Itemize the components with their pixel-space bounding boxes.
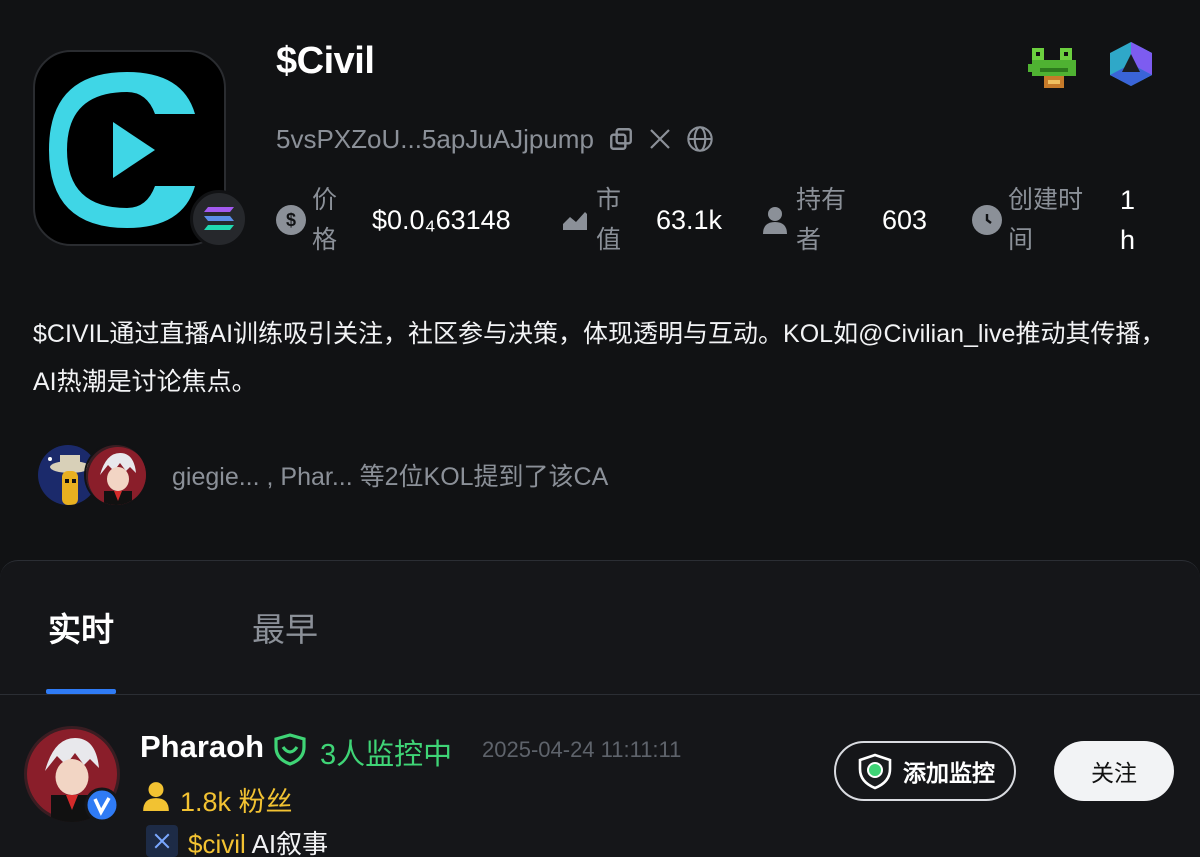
copy-icon[interactable]	[608, 126, 634, 152]
post-author-name[interactable]: Pharaoh	[140, 729, 264, 765]
market-cap-label: 市值	[596, 186, 622, 254]
monitor-icon	[858, 753, 892, 790]
holders-value: 603	[882, 205, 928, 235]
monitor-count: 3人监控中	[320, 739, 453, 771]
created-time-label: 创建时间	[1008, 186, 1084, 254]
token-title: $Civil	[276, 40, 375, 82]
chart-icon	[560, 205, 590, 235]
price-label: 价格	[312, 186, 338, 254]
contract-address[interactable]: 5vsPXZoU...5apJuAJjpump	[276, 124, 594, 155]
post-tag: $civil AI叙事	[188, 824, 328, 857]
created-time-value: 1h	[1120, 185, 1136, 255]
frog-icon[interactable]	[1028, 40, 1080, 88]
contract-row: 5vsPXZoU...5apJuAJjpump	[276, 122, 714, 156]
x-twitter-icon[interactable]	[648, 127, 672, 151]
globe-icon[interactable]	[686, 125, 714, 153]
kol-avatar[interactable]	[84, 443, 148, 507]
holders-label: 持有者	[796, 186, 847, 254]
kol-mentions[interactable]: giegie... , Phar... 等2位KOL提到了该CA	[36, 442, 608, 508]
add-monitor-button[interactable]: 添加监控	[834, 741, 1016, 801]
posts-panel: 实时 最早 Pharaoh 3人监控中 2025-04-24 11:11:11	[0, 560, 1200, 857]
follow-button[interactable]: 关注	[1054, 741, 1174, 801]
shield-icon	[272, 731, 308, 767]
token-description: $CIVIL通过直播AI训练吸引关注，社区参与决策，体现透明与互动。KOL如@C…	[33, 320, 1166, 396]
add-monitor-label: 添加监控	[903, 760, 995, 786]
tab-bar: 实时 最早	[0, 561, 1200, 695]
post-ticker[interactable]: $civil	[188, 829, 246, 857]
tab-realtime[interactable]: 实时	[48, 603, 114, 651]
solana-icon	[190, 190, 248, 248]
post-timestamp: 2025-04-24 11:11:11	[482, 737, 682, 762]
post-tag-text: AI叙事	[245, 829, 329, 857]
hexagon-app-icon[interactable]	[1106, 40, 1156, 88]
verified-icon	[84, 787, 120, 823]
price-value: $0.0₄63148	[372, 205, 511, 235]
kol-mention-text: giegie... , Phar... 等2位KOL提到了该CA	[172, 463, 609, 491]
clock-icon	[972, 205, 1002, 235]
fans-icon	[142, 781, 170, 811]
fans-count: 1.8k 粉丝	[180, 787, 293, 817]
x-platform-icon	[146, 825, 178, 857]
active-tab-indicator	[46, 689, 116, 694]
user-icon	[760, 205, 790, 235]
tab-earliest[interactable]: 最早	[252, 603, 318, 651]
market-cap-value: 63.1k	[656, 205, 723, 235]
token-header: $Civil 5vsPXZoU...5apJuAJjpump $ 价格 $0.0…	[0, 0, 1200, 560]
dollar-icon: $	[276, 205, 306, 235]
